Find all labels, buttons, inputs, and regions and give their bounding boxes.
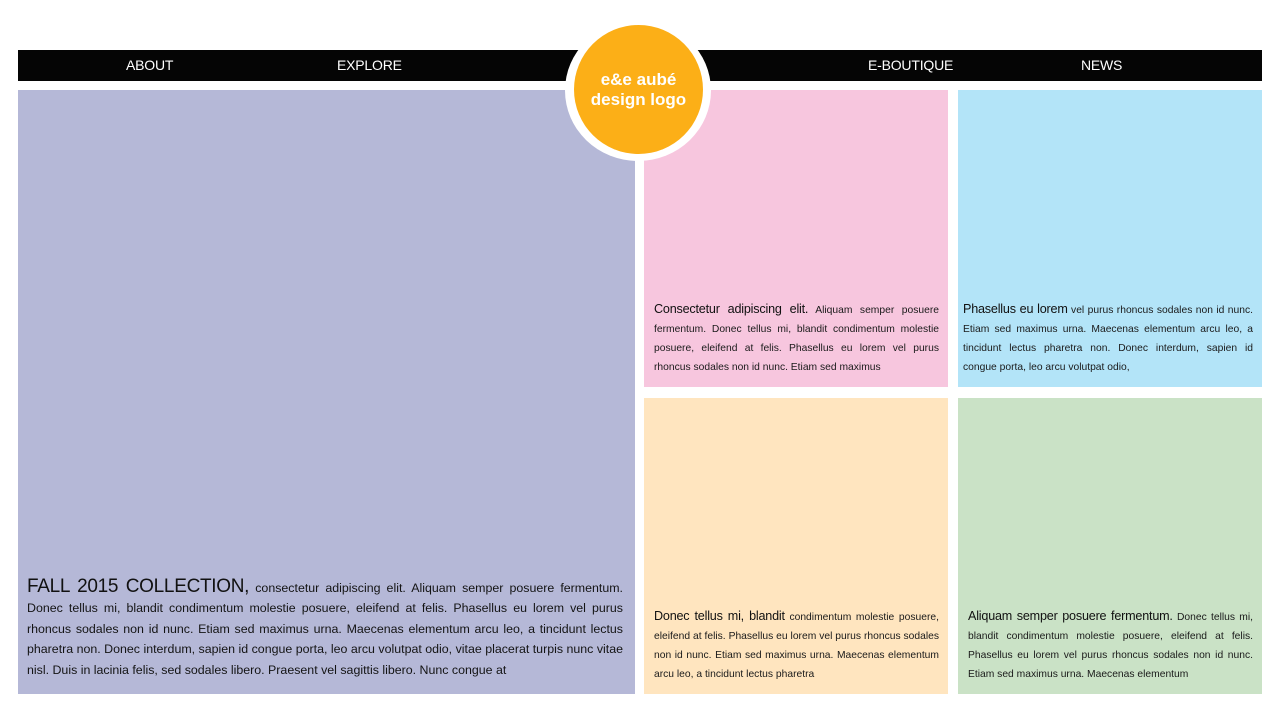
featured-collection-title: FALL 2015 COLLECTION,	[27, 575, 250, 597]
brand-logo-text: e&e aubé design logo	[590, 70, 687, 109]
green-card-title: Aliquam semper posuere fermentum.	[968, 609, 1173, 623]
nav-about-link[interactable]: ABOUT	[126, 50, 173, 81]
featured-collection-text: FALL 2015 COLLECTION, consectetur adipis…	[27, 575, 623, 680]
pink-card-title: Consectetur adipiscing elit.	[654, 302, 809, 316]
page: ABOUT EXPLORE E-BOUTIQUE NEWS FALL 2015 …	[0, 0, 1280, 720]
blue-card-title: Phasellus eu lorem	[963, 302, 1068, 316]
pink-card-text: Consectetur adipiscing elit. Aliquam sem…	[654, 300, 939, 377]
peach-feature-card[interactable]: Donec tellus mi, blandit condimentum mol…	[644, 398, 948, 694]
peach-card-title: Donec tellus mi, blandit	[654, 609, 785, 623]
green-card-text: Aliquam semper posuere fermentum. Donec …	[968, 607, 1253, 684]
blue-feature-card[interactable]: Phasellus eu lorem vel purus rhoncus sod…	[958, 90, 1262, 387]
green-feature-card[interactable]: Aliquam semper posuere fermentum. Donec …	[958, 398, 1262, 694]
brand-logo[interactable]: e&e aubé design logo	[574, 25, 703, 154]
nav-explore-link[interactable]: EXPLORE	[337, 50, 402, 81]
nav-news-link[interactable]: NEWS	[1081, 50, 1122, 81]
nav-eboutique-link[interactable]: E-BOUTIQUE	[868, 50, 953, 81]
peach-card-text: Donec tellus mi, blandit condimentum mol…	[654, 607, 939, 684]
blue-card-text: Phasellus eu lorem vel purus rhoncus sod…	[963, 300, 1253, 377]
featured-collection-panel[interactable]: FALL 2015 COLLECTION, consectetur adipis…	[18, 90, 635, 694]
